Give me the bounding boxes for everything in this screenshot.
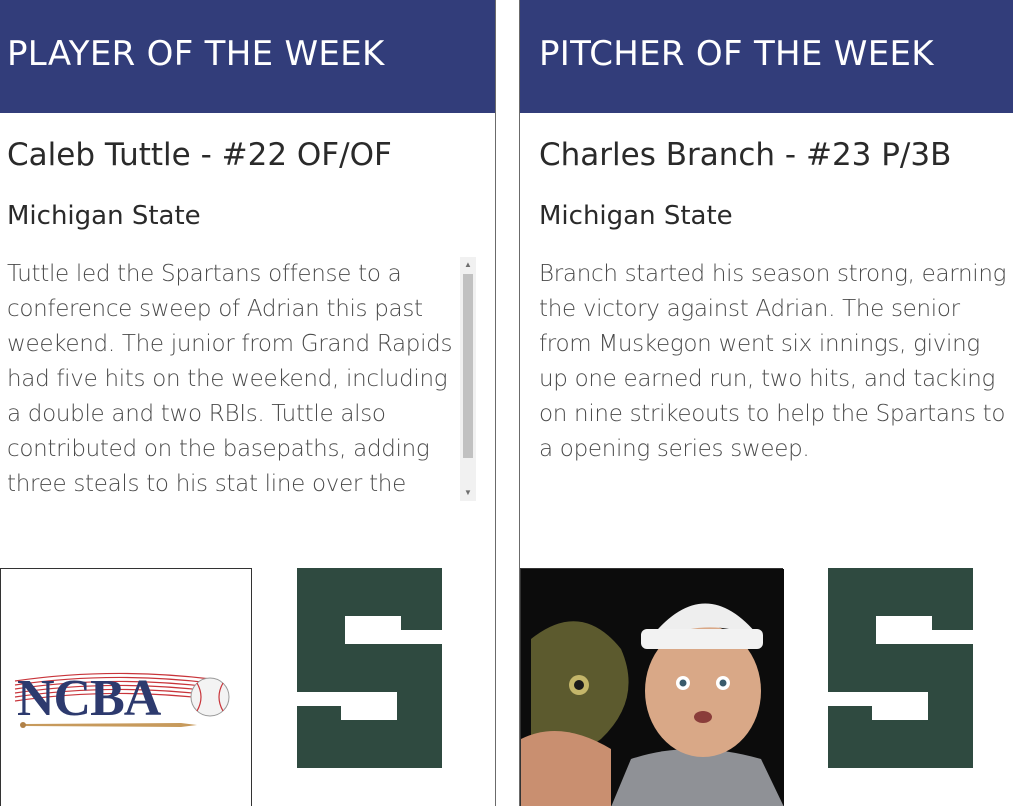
card-gap bbox=[496, 0, 519, 806]
player-name: Charles Branch - #23 P/3B bbox=[539, 137, 952, 173]
card-header: PITCHER OF THE WEEK bbox=[520, 0, 1013, 113]
scroll-down-arrow-icon[interactable]: ▼ bbox=[460, 485, 476, 501]
pitcher-of-week-card: PITCHER OF THE WEEK Charles Branch - #23… bbox=[519, 0, 1013, 806]
school-name: Michigan State bbox=[7, 201, 201, 231]
scroll-up-arrow-icon[interactable]: ▲ bbox=[460, 257, 476, 273]
ncba-wordmark: NCBA bbox=[17, 670, 161, 727]
player-photo bbox=[520, 568, 784, 806]
player-of-week-card: PLAYER OF THE WEEK Caleb Tuttle - #22 OF… bbox=[0, 0, 496, 806]
school-name: Michigan State bbox=[539, 201, 733, 231]
ncba-logo: NCBA bbox=[0, 568, 252, 806]
blurb-scrollbar[interactable]: ▲ ▼ bbox=[460, 257, 476, 501]
spartan-s-icon bbox=[297, 568, 442, 768]
card-header: PLAYER OF THE WEEK bbox=[0, 0, 495, 113]
player-name: Caleb Tuttle - #22 OF/OF bbox=[7, 137, 392, 173]
spartan-s-icon bbox=[828, 568, 973, 768]
player-blurb: Branch started his season strong, earnin… bbox=[539, 261, 1007, 462]
scroll-thumb[interactable] bbox=[463, 274, 473, 458]
player-blurb[interactable]: Tuttle led the Spartans offense to a con… bbox=[7, 257, 457, 503]
player-photo-graphic bbox=[521, 569, 784, 806]
